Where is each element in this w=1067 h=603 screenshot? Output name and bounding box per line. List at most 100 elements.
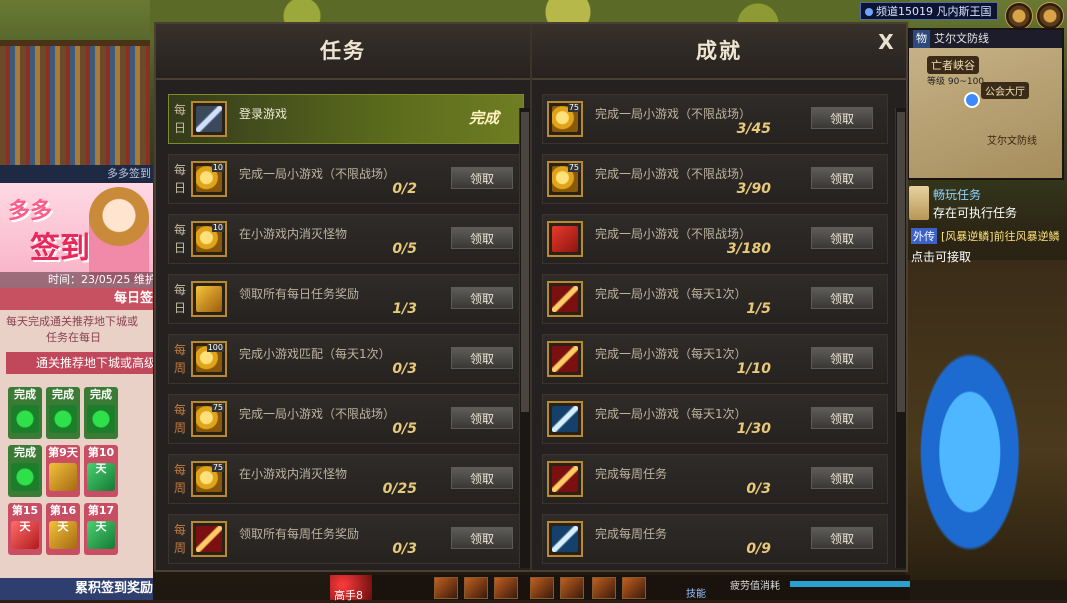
claim-button[interactable]: 领取 — [451, 407, 513, 429]
minimap-location-guild[interactable]: 公会大厅 — [981, 82, 1029, 99]
task-period-char: 每 — [173, 463, 186, 477]
reward-count: 75 — [567, 163, 580, 172]
minimap-level-range: 等级 90~100 — [927, 77, 985, 87]
tasks-scrollbar[interactable] — [519, 108, 530, 568]
achievement-title: 完成一局小游戏（不限战场） — [595, 167, 752, 181]
claim-button[interactable]: 领取 — [811, 407, 873, 429]
claim-button[interactable]: 领取 — [451, 227, 513, 249]
minimap[interactable]: 物艾尔文防线 亡者峡谷 等级 90~100 公会大厅 艾尔文防线 — [907, 28, 1064, 180]
scroll-thumb[interactable] — [897, 112, 905, 412]
task-period: 每日 — [173, 101, 187, 137]
checkmark-icon — [11, 405, 39, 433]
task-row: 每日 登录游戏 完成 — [168, 94, 524, 144]
signin-event-panel: 多多签到 多多 签到 时间：23/05/25 维护 每日签 每天完成通关推荐地下… — [0, 165, 153, 600]
bottom-hud: 高手8 技能 疲劳值消耗 — [330, 575, 910, 602]
sword-icon — [196, 106, 222, 132]
task-period: 每周 — [173, 401, 187, 437]
scroll-icon — [909, 186, 929, 220]
signin-desc-line1: 每天完成通关推荐地下城或 — [6, 315, 138, 328]
portal-scene — [905, 260, 1067, 580]
player-position-icon — [964, 92, 980, 108]
menu-orb-icon[interactable] — [1036, 2, 1064, 30]
tracker-title[interactable]: 畅玩任务 — [933, 186, 981, 203]
claim-button[interactable]: 领取 — [811, 347, 873, 369]
signin-day-cell[interactable]: 第16天 — [46, 503, 80, 555]
minimap-tab[interactable]: 物 — [913, 30, 930, 48]
channel-indicator[interactable]: 频道15019 凡内斯王国 — [860, 2, 998, 20]
task-period-char: 每 — [173, 523, 186, 537]
task-period-char: 每 — [173, 163, 186, 177]
skill-slot[interactable] — [494, 577, 518, 599]
scroll-thumb[interactable] — [521, 112, 529, 412]
signin-day-label: 第10天 — [87, 446, 115, 475]
reward-icon — [49, 463, 77, 491]
signin-day-cell[interactable]: 第17天 — [84, 503, 118, 555]
claim-button[interactable]: 领取 — [451, 287, 513, 309]
reward-item-icon — [547, 281, 583, 317]
signin-day-cell[interactable]: 第10天 — [84, 445, 118, 497]
signin-description: 每天完成通关推荐地下城或 任务在每日 — [0, 310, 153, 346]
signin-day-cell[interactable]: 完成 — [84, 387, 118, 439]
signin-day-label: 完成 — [14, 446, 36, 459]
claim-button[interactable]: 领取 — [451, 527, 513, 549]
signin-day-label: 完成 — [52, 388, 74, 401]
skill-slot[interactable] — [560, 577, 584, 599]
signin-cumulative-reward-button[interactable]: 累积签到奖励 — [0, 578, 153, 600]
skill-slot[interactable] — [434, 577, 458, 599]
task-progress: 0/5 — [392, 421, 417, 437]
claim-button[interactable]: 领取 — [451, 167, 513, 189]
signin-day-label: 完成 — [90, 388, 112, 401]
claim-button[interactable]: 领取 — [811, 167, 873, 189]
reward-count: 75 — [211, 403, 224, 412]
achievement-row: 完成一局小游戏（每天1次） 1/10 领取 — [542, 334, 888, 384]
task-period: 每日 — [173, 221, 187, 257]
signin-day-cell[interactable]: 完成 — [8, 387, 42, 439]
claim-button[interactable]: 领取 — [811, 107, 873, 129]
task-title: 在小游戏内消灭怪物 — [239, 227, 348, 241]
skill-slot[interactable] — [622, 577, 646, 599]
reward-item-icon: 75 — [191, 461, 227, 497]
claim-button[interactable]: 领取 — [811, 227, 873, 249]
achievement-row: 完成每周任务 0/3 领取 — [542, 454, 888, 504]
tracker-quest-link[interactable]: [风暴逆鳞]前往风暴逆鳞 — [941, 228, 1060, 244]
reward-item-icon: 10 — [191, 161, 227, 197]
player-name: 高手8 — [334, 589, 363, 602]
signin-day-cell[interactable]: 完成 — [8, 445, 42, 497]
claim-button[interactable]: 领取 — [811, 527, 873, 549]
claim-button[interactable]: 领取 — [451, 467, 513, 489]
achievement-row: 75 完成一局小游戏（不限战场） 3/45 领取 — [542, 94, 888, 144]
achievements-header: 成就 — [532, 24, 906, 80]
fatigue-bar — [790, 581, 910, 587]
task-row: 每周 领取所有每周任务奖励 0/3 领取 — [168, 514, 524, 564]
achievements-scrollbar[interactable] — [895, 108, 906, 568]
redsword-icon — [552, 346, 578, 372]
claim-button[interactable]: 领取 — [811, 287, 873, 309]
task-period: 每周 — [173, 521, 187, 557]
task-row: 每周 75 在小游戏内消灭怪物 0/25 领取 — [168, 454, 524, 504]
skill-slot[interactable] — [464, 577, 488, 599]
task-title: 完成一局小游戏（不限战场） — [239, 167, 396, 181]
task-progress: 1/3 — [392, 301, 417, 317]
quest-tracker[interactable]: 畅玩任务 存在可执行任务 外传 [风暴逆鳞]前往风暴逆鳞 点击可接取 — [907, 186, 1067, 266]
claim-button[interactable]: 领取 — [451, 347, 513, 369]
claim-button[interactable]: 领取 — [811, 467, 873, 489]
task-period: 每周 — [173, 341, 187, 377]
achievements-column: 成就 75 完成一局小游戏（不限战场） 3/45 领取 75 完成一局小游戏（不限战场） 3… — [532, 24, 906, 570]
bookshelf — [0, 40, 150, 171]
task-progress: 0/5 — [392, 241, 417, 257]
checkmark-icon — [11, 463, 39, 491]
skill-slot[interactable] — [592, 577, 616, 599]
task-period-char: 每 — [173, 223, 186, 237]
reward-item-icon — [191, 101, 227, 137]
signin-day-cell[interactable]: 第9天 — [46, 445, 80, 497]
skill-slot[interactable] — [530, 577, 554, 599]
compass-icon[interactable] — [1005, 2, 1033, 30]
achievement-title: 完成一局小游戏（不限战场） — [595, 107, 752, 121]
signin-day-label: 第15天 — [11, 504, 39, 533]
signin-day-cell[interactable]: 完成 — [46, 387, 80, 439]
achievement-title: 完成一局小游戏（每天1次） — [595, 407, 747, 421]
reward-item-icon: 75 — [547, 161, 583, 197]
close-button[interactable]: X — [874, 30, 898, 54]
minimap-location-dungeon[interactable]: 亡者峡谷 — [927, 56, 979, 74]
signin-day-cell[interactable]: 第15天 — [8, 503, 42, 555]
